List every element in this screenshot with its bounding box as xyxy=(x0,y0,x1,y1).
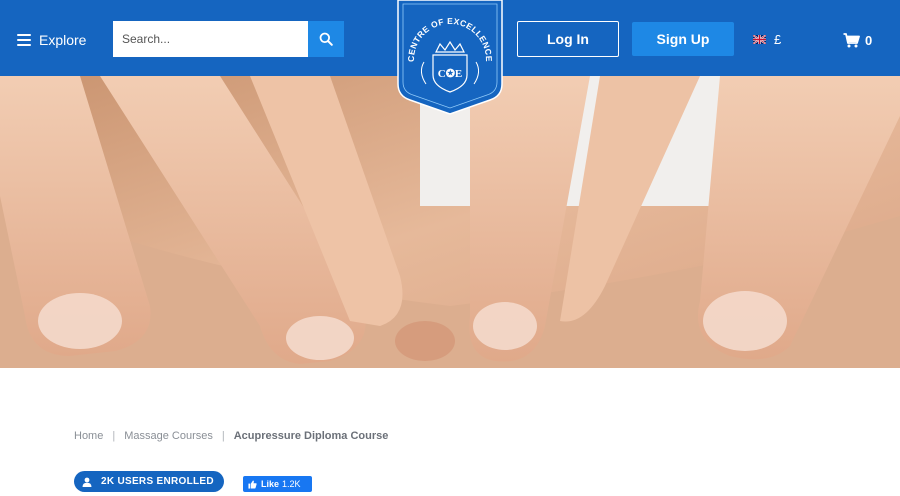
hamburger-icon xyxy=(17,34,31,46)
users-enrolled-label: 2K USERS ENROLLED xyxy=(101,476,214,487)
breadcrumb-massage-courses[interactable]: Massage Courses xyxy=(124,430,213,442)
search-button[interactable] xyxy=(308,21,344,57)
shopping-cart-icon xyxy=(843,32,860,47)
breadcrumb-home[interactable]: Home xyxy=(74,430,103,442)
hero-image-massage-hands xyxy=(0,76,900,368)
search-input[interactable] xyxy=(113,21,308,57)
breadcrumb: Home | Massage Courses | Acupressure Dip… xyxy=(74,430,388,442)
like-label: Like xyxy=(261,479,280,489)
uk-flag-icon xyxy=(753,34,766,44)
cart-button[interactable]: 0 xyxy=(843,30,872,50)
explore-label: Explore xyxy=(39,32,87,48)
search-bar xyxy=(113,21,344,57)
like-count: 1.2K xyxy=(282,479,301,489)
centre-of-excellence-logo[interactable]: CENTRE OF EXCELLENCE C✪E xyxy=(396,0,504,116)
thumbs-up-icon xyxy=(248,480,257,489)
login-button[interactable]: Log In xyxy=(517,21,619,57)
currency-selector[interactable]: £ xyxy=(753,30,781,48)
facebook-like-button[interactable]: Like 1.2K xyxy=(243,476,312,492)
search-icon xyxy=(319,32,333,46)
breadcrumb-separator: | xyxy=(112,430,116,442)
breadcrumb-separator: | xyxy=(221,430,225,442)
user-icon xyxy=(82,477,92,487)
users-enrolled-badge: 2K USERS ENROLLED xyxy=(74,471,224,492)
explore-menu-button[interactable]: Explore xyxy=(17,29,86,51)
breadcrumb-current: Acupressure Diploma Course xyxy=(233,430,389,442)
hero-illustration xyxy=(0,76,900,368)
cart-count: 0 xyxy=(865,32,873,48)
signup-button[interactable]: Sign Up xyxy=(632,22,734,56)
currency-symbol: £ xyxy=(774,31,782,47)
logo-monogram: C✪E xyxy=(438,68,463,80)
